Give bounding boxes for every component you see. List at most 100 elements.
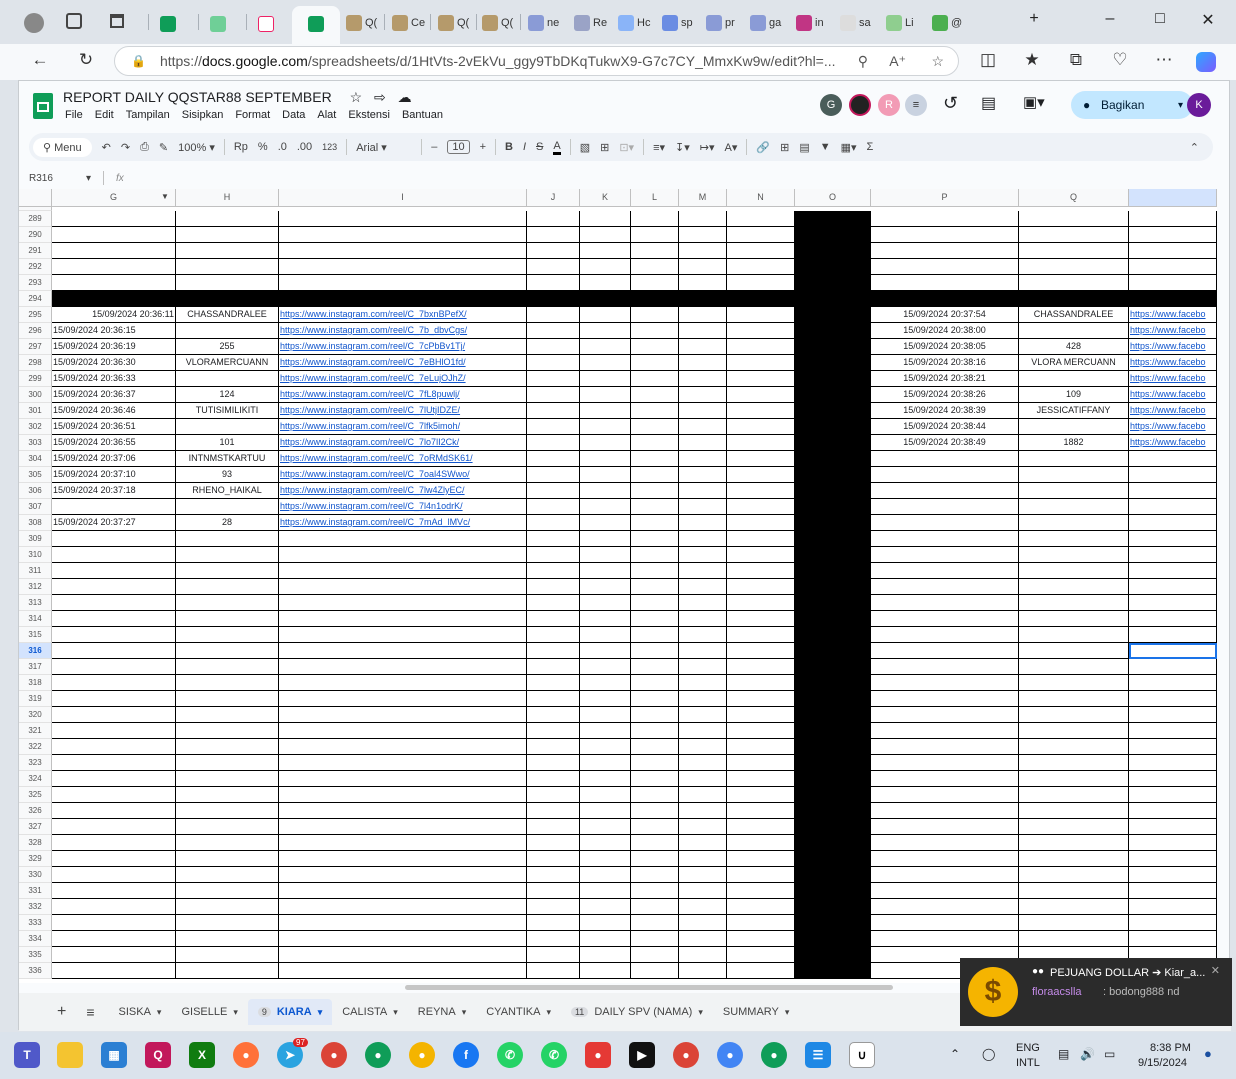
cell[interactable] <box>1129 563 1217 579</box>
sheet-tab-menu-icon[interactable]: ▾ <box>546 1007 551 1018</box>
cell[interactable] <box>1019 611 1129 627</box>
cell[interactable] <box>527 707 580 723</box>
cell[interactable] <box>631 323 679 339</box>
cell[interactable] <box>279 211 527 227</box>
cell[interactable] <box>1129 595 1217 611</box>
cell[interactable] <box>527 371 580 387</box>
cell[interactable] <box>727 307 795 323</box>
cell[interactable] <box>679 435 727 451</box>
cell[interactable] <box>527 259 580 275</box>
row-header[interactable]: 293 <box>19 275 52 291</box>
cell[interactable] <box>631 371 679 387</box>
text-wrap-icon[interactable]: ↦▾ <box>700 141 715 154</box>
cell[interactable] <box>631 947 679 963</box>
cell[interactable] <box>631 883 679 899</box>
capcut-icon[interactable]: ▶ <box>629 1042 655 1068</box>
name-box[interactable]: R316 ▾ <box>29 173 91 184</box>
row-header[interactable]: 311 <box>19 563 52 579</box>
meet-icon[interactable]: ▣▾ <box>1023 93 1045 111</box>
cell[interactable] <box>580 691 631 707</box>
cell[interactable] <box>631 515 679 531</box>
column-header[interactable]: J <box>527 189 580 207</box>
font-size-increase-button[interactable]: + <box>480 141 486 153</box>
row-header[interactable]: 328 <box>19 835 52 851</box>
cell[interactable] <box>1129 499 1217 515</box>
cell[interactable] <box>580 451 631 467</box>
cell[interactable] <box>176 707 279 723</box>
cell[interactable] <box>176 323 279 339</box>
cell[interactable] <box>1129 931 1217 947</box>
cell[interactable]: https://www.instagram.com/reel/C_7l4n1od… <box>279 499 527 515</box>
cell[interactable] <box>679 307 727 323</box>
cell[interactable] <box>580 819 631 835</box>
cell[interactable]: 15/09/2024 20:38:00 <box>871 323 1019 339</box>
cell[interactable] <box>679 659 727 675</box>
row-header[interactable]: 315 <box>19 627 52 643</box>
cell[interactable] <box>631 739 679 755</box>
cell[interactable] <box>527 275 580 291</box>
cell[interactable] <box>52 211 176 227</box>
reload-icon[interactable]: ↻ <box>74 50 98 70</box>
row-header[interactable]: 296 <box>19 323 52 339</box>
cell[interactable] <box>1019 211 1129 227</box>
row-header[interactable]: 329 <box>19 851 52 867</box>
cell[interactable]: CHASSANDRALEE <box>176 307 279 323</box>
cell[interactable] <box>727 915 795 931</box>
collections-icon[interactable]: ⧉ <box>1064 50 1088 70</box>
cell[interactable] <box>279 259 527 275</box>
cell[interactable] <box>52 627 176 643</box>
cell[interactable] <box>631 659 679 675</box>
row-header[interactable]: 326 <box>19 803 52 819</box>
cell[interactable] <box>52 723 176 739</box>
move-icon[interactable]: ⇨ <box>374 89 386 105</box>
insert-comment-icon[interactable]: ⊞ <box>780 141 789 154</box>
cell[interactable] <box>631 755 679 771</box>
cell[interactable] <box>279 595 527 611</box>
cell[interactable] <box>1019 243 1129 259</box>
cell[interactable] <box>1129 627 1217 643</box>
collaborator-avatar[interactable]: G <box>820 94 842 116</box>
decrease-decimal-button[interactable]: .0 <box>278 141 287 153</box>
vertical-tabs-icon[interactable] <box>110 14 124 28</box>
sheets-logo-icon[interactable] <box>33 93 53 119</box>
cell[interactable] <box>1129 451 1217 467</box>
menu-bantuan[interactable]: Bantuan <box>402 109 443 121</box>
cell[interactable] <box>631 819 679 835</box>
cell[interactable] <box>871 643 1019 659</box>
cell[interactable] <box>580 435 631 451</box>
cell[interactable] <box>176 259 279 275</box>
cell[interactable]: 15/09/2024 20:38:26 <box>871 387 1019 403</box>
cell[interactable]: https://www.instagram.com/reel/C_7lUtjID… <box>279 403 527 419</box>
cell[interactable] <box>1019 563 1129 579</box>
row-header[interactable]: 290 <box>19 227 52 243</box>
cell[interactable] <box>1129 547 1217 563</box>
cell[interactable]: https://www.facebo <box>1129 387 1217 403</box>
browser-tab[interactable]: in <box>796 10 836 36</box>
menu-ekstensi[interactable]: Ekstensi <box>348 109 390 121</box>
row-header[interactable]: 306 <box>19 483 52 499</box>
cell[interactable] <box>52 787 176 803</box>
cell[interactable] <box>631 771 679 787</box>
cell[interactable] <box>52 867 176 883</box>
cell[interactable] <box>527 931 580 947</box>
cell[interactable] <box>279 579 527 595</box>
cell[interactable] <box>679 595 727 611</box>
cell[interactable] <box>527 851 580 867</box>
cell[interactable] <box>52 755 176 771</box>
cell[interactable] <box>679 515 727 531</box>
column-header[interactable]: M <box>679 189 727 207</box>
cell[interactable] <box>52 707 176 723</box>
vertical-align-icon[interactable]: ↧▾ <box>675 141 690 154</box>
row-header[interactable]: 318 <box>19 675 52 691</box>
cell[interactable] <box>176 691 279 707</box>
cell[interactable] <box>176 739 279 755</box>
menu-alat[interactable]: Alat <box>317 109 336 121</box>
network-icon[interactable]: ▤ <box>1058 1047 1069 1061</box>
row-header[interactable]: 300 <box>19 387 52 403</box>
cell[interactable] <box>279 883 527 899</box>
whatsapp-icon[interactable]: ✆ <box>497 1042 523 1068</box>
cell[interactable]: RHENO_HAIKAL <box>176 483 279 499</box>
cell[interactable] <box>176 915 279 931</box>
xbox-icon[interactable]: X <box>189 1042 215 1068</box>
browser-tab[interactable]: @ <box>932 10 972 36</box>
